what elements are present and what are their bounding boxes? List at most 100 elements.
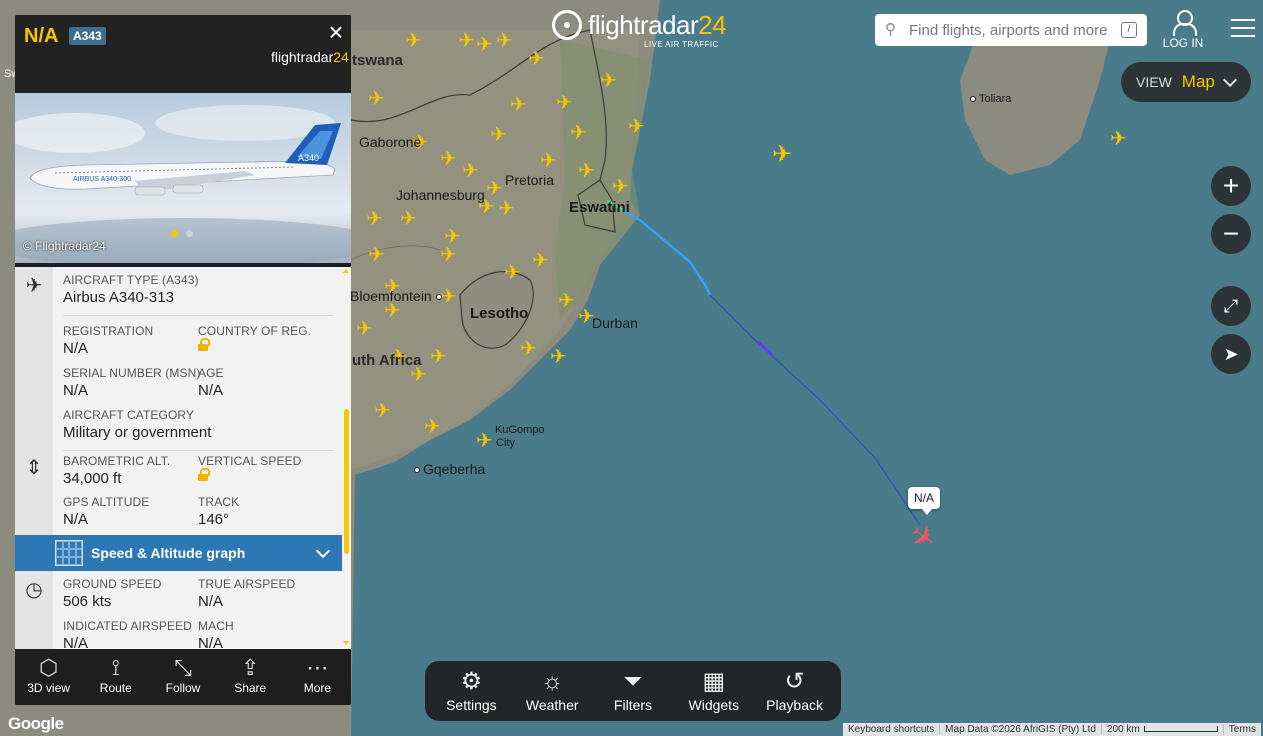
mach-label: MACH (198, 619, 234, 633)
map-label-johannesburg: Johannesburg (396, 187, 485, 203)
ground-speed-label: GROUND SPEED (63, 577, 162, 591)
true-airspeed-value: N/A (198, 593, 224, 610)
aircraft-type-field: AIRCRAFT TYPE (A343) Airbus A340-313 (63, 273, 199, 306)
panel-footer: ⬡ 3D view ⟟ Route ⤡ Follow ⇪ Share ⋯ Mor… (15, 649, 351, 705)
lock-icon[interactable] (198, 468, 210, 482)
track-label: TRACK (198, 495, 240, 509)
terms-link[interactable]: Terms (1224, 724, 1261, 735)
map-attribution: Keyboard shortcuts Map Data ©2026 AfriGI… (843, 723, 1261, 736)
aircraft-photo[interactable]: AIRBUS A340-300 A340 © Flightradar24 (15, 93, 351, 263)
close-icon[interactable]: × (325, 19, 347, 45)
zoom-out-button[interactable]: − (1211, 214, 1251, 254)
playback-icon: ↺ (784, 668, 805, 695)
menu-button[interactable] (1231, 19, 1255, 39)
vertical-speed-field: VERTICAL SPEED (198, 454, 301, 487)
ground-speed-value: 506 kts (63, 593, 112, 610)
category-label: AIRCRAFT CATEGORY (63, 408, 195, 422)
map-label-kugompo-city: City (496, 437, 515, 449)
aircraft-type-label: AIRCRAFT TYPE (A343) (63, 273, 199, 287)
share-button[interactable]: ⇪ Share (217, 649, 284, 705)
flightradar24-logo[interactable]: flightradar24 LIVE AIR TRAFFIC (552, 10, 727, 49)
panel-brand: flightradar24 (271, 49, 349, 65)
map-label-toliara: Toliara (970, 93, 1011, 105)
follow-button[interactable]: ⤡ Follow (149, 649, 216, 705)
locate-button[interactable]: ➤ (1211, 334, 1251, 374)
map-label-gqeberha: Gqeberha (414, 461, 485, 477)
country-field: COUNTRY OF REG. (198, 324, 311, 357)
login-button[interactable]: LOG IN (1160, 10, 1206, 50)
track-value: 146° (198, 511, 230, 528)
selected-flight-tag[interactable]: N/A (908, 487, 941, 515)
filters-button[interactable]: ⏷ Filters (593, 661, 674, 721)
scroll-up-icon[interactable] (343, 269, 349, 273)
settings-button[interactable]: ⚙ Settings (431, 661, 512, 721)
3d-view-button[interactable]: ⬡ 3D view (15, 649, 82, 705)
map-data-text: Map Data ©2026 AfriGIS (Pty) Ltd (940, 724, 1102, 735)
route-icon: ⟟ (111, 655, 120, 680)
true-airspeed-label: TRUE AIRSPEED (198, 577, 296, 591)
track-field: TRACK 146° (198, 495, 239, 528)
search-bar[interactable]: ⚲ / (875, 14, 1147, 46)
registration-value: N/A (63, 340, 89, 357)
view-label: VIEW (1136, 74, 1172, 90)
brand-number: 24 (333, 49, 349, 65)
toliara-label: Toliara (979, 93, 1012, 105)
more-label: More (303, 681, 332, 695)
logo-number: 24 (698, 10, 727, 40)
playback-button[interactable]: ↺ Playback (754, 661, 835, 721)
navigation-arrow-icon: ➤ (1223, 344, 1239, 364)
speed-altitude-graph-toggle[interactable]: Speed & Altitude graph (15, 535, 342, 571)
more-button[interactable]: ⋯ More (284, 649, 351, 705)
fullscreen-button[interactable]: ⤢ (1211, 286, 1251, 326)
map-label-south-africa: uth Africa (352, 352, 422, 369)
details-scrollbar[interactable] (342, 267, 351, 649)
panel-header: N/A A343 × flightradar24 (15, 15, 351, 93)
playback-label: Playback (766, 697, 823, 713)
follow-icon: ⤡ (174, 655, 192, 680)
weather-label: Weather (525, 697, 579, 713)
lock-icon[interactable] (198, 338, 210, 352)
graph-label: Speed & Altitude graph (91, 545, 246, 561)
keyboard-shortcuts-link[interactable]: Keyboard shortcuts (843, 724, 941, 735)
view-selector[interactable]: VIEW Map (1121, 62, 1251, 102)
widgets-button[interactable]: ▦ Widgets (673, 661, 754, 721)
airplane-icon: ✈ (25, 275, 43, 297)
category-field: AIRCRAFT CATEGORY Military or government (63, 408, 211, 441)
search-icon: ⚲ (885, 21, 896, 38)
ground-speed-field: GROUND SPEED 506 kts (63, 577, 162, 610)
map-label-durban: Durban (592, 315, 638, 331)
page-dot[interactable] (186, 230, 193, 237)
baro-alt-field: BAROMETRIC ALT. 34,000 ft (63, 454, 170, 487)
google-logo-text: Google (8, 714, 64, 733)
route-button[interactable]: ⟟ Route (82, 649, 149, 705)
scrollbar-thumb[interactable] (344, 409, 349, 554)
expand-icon: ⤢ (1223, 296, 1239, 316)
registration-field: REGISTRATION N/A (63, 324, 153, 357)
map-label-bloemfontein: Bloemfontein (350, 288, 445, 304)
msn-label: SERIAL NUMBER (MSN) (63, 366, 201, 380)
google-logo[interactable]: Google (8, 714, 64, 734)
3d-view-label: 3D view (27, 681, 70, 695)
map-label-eswatini: Eswatini (569, 199, 630, 216)
msn-field: SERIAL NUMBER (MSN) N/A (63, 366, 200, 399)
map-label-kugompo: KuGompo (495, 424, 545, 436)
scale-bar[interactable]: 200 km (1102, 724, 1224, 735)
page-dot-active[interactable] (171, 230, 178, 237)
weather-button[interactable]: ☼ Weather (512, 661, 593, 721)
speedometer-icon: ◷ (25, 579, 43, 601)
true-airspeed-field: TRUE AIRSPEED N/A (198, 577, 295, 610)
photo-pagination[interactable] (171, 230, 193, 237)
gear-icon: ⚙ (460, 668, 483, 695)
bloemfontein-label: Bloemfontein (350, 288, 432, 304)
city-dot-icon (414, 467, 420, 474)
gqeberha-label: Gqeberha (423, 461, 486, 477)
city-dot-icon (970, 96, 976, 103)
scroll-down-icon[interactable] (343, 641, 349, 645)
tail-text: A340 (298, 153, 319, 163)
map-label-pretoria: Pretoria (505, 172, 555, 188)
brand-text: flightradar (271, 49, 334, 65)
zoom-in-button[interactable]: + (1211, 166, 1251, 206)
search-input[interactable] (909, 21, 1121, 39)
map-label-botswana: tswana (352, 52, 403, 69)
map-label-lesotho: Lesotho (470, 305, 529, 322)
